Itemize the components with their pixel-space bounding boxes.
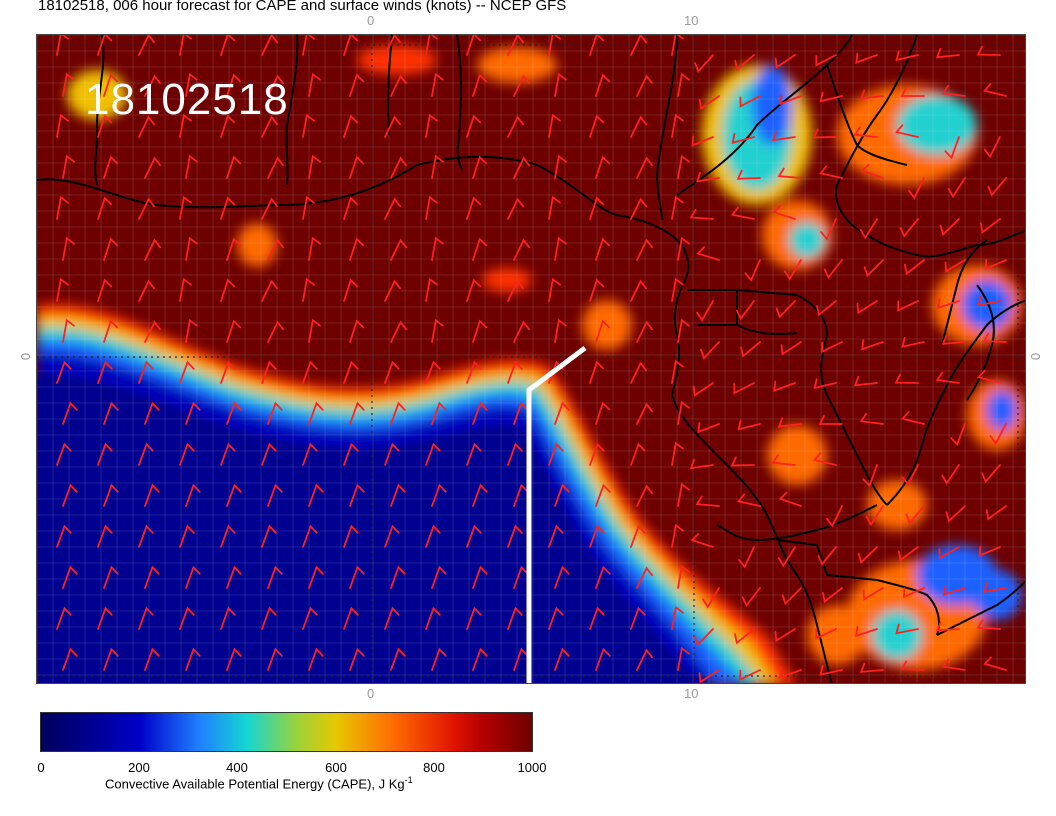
colorbar-tick: 800 <box>423 760 445 775</box>
colorbar-tick: 400 <box>226 760 248 775</box>
bottom-tick-0: 0 <box>367 686 375 701</box>
colorbar-tick: 1000 <box>517 760 547 775</box>
left-tick-0: 0 <box>18 352 34 361</box>
date-stamp: 18102518 <box>85 75 289 124</box>
top-tick-10: 10 <box>684 13 699 28</box>
colorbar-label-text: Convective Available Potential Energy (C… <box>105 776 405 792</box>
right-tick-0: 0 <box>1028 352 1044 361</box>
colorbar-tick: 600 <box>325 760 347 775</box>
cape-colorbar <box>40 712 533 752</box>
colorbar-tick: 0 <box>37 760 45 775</box>
map-title: 18102518, 006 hour forecast for CAPE and… <box>38 0 567 14</box>
bottom-tick-10: 10 <box>684 686 699 701</box>
cape-map <box>37 35 1025 683</box>
colorbar-tick: 200 <box>128 760 150 775</box>
map-panel[interactable]: 18102518 <box>36 34 1026 684</box>
colorbar-label: Convective Available Potential Energy (C… <box>105 775 413 791</box>
colorbar-label-exponent: -1 <box>404 775 413 785</box>
top-tick-0: 0 <box>367 13 375 28</box>
